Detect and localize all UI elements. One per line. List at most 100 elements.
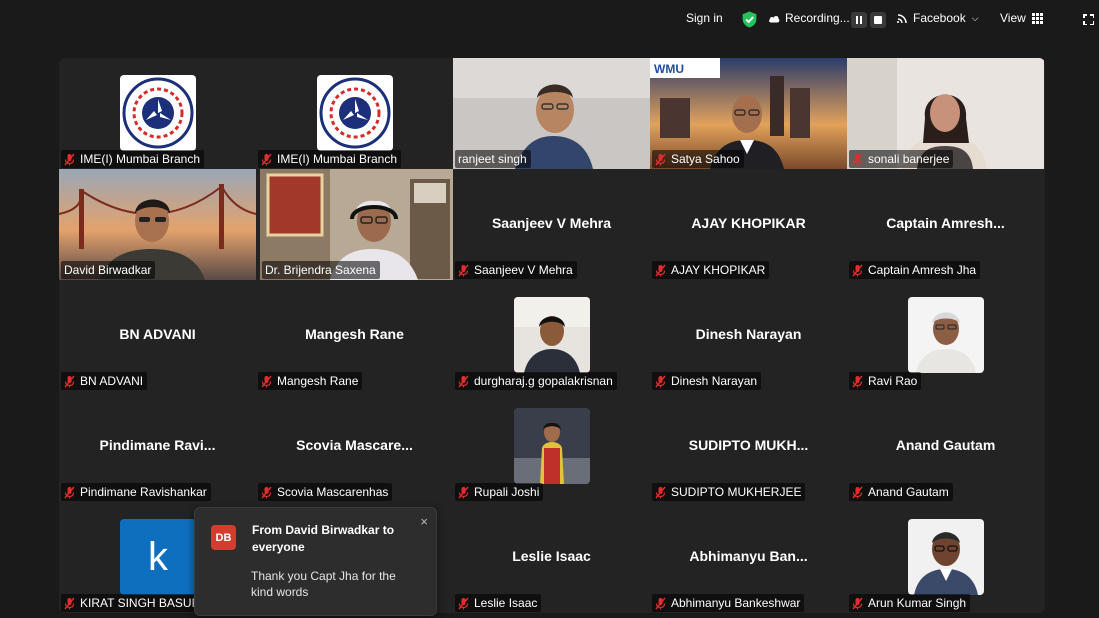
chevron-down-icon: ⌵: [971, 12, 979, 23]
participant-tile[interactable]: Pindimane Ravi... Pindimane Ravishankar: [59, 391, 256, 502]
participant-name-label: BN ADVANI: [61, 372, 148, 390]
participant-tile[interactable]: SUDIPTO MUKH... SUDIPTO MUKHERJEE: [650, 391, 847, 502]
recording-label: Recording...: [785, 11, 850, 25]
participant-name-label: Anand Gautam: [849, 483, 953, 501]
participant-name-label: Captain Amresh Jha: [849, 261, 981, 279]
participant-name-label: ranjeet singh: [455, 150, 531, 168]
close-icon[interactable]: ×: [420, 514, 428, 529]
participant-tile[interactable]: BN ADVANI BN ADVANI: [59, 280, 256, 391]
muted-mic-icon: [64, 486, 75, 498]
participant-display-name: Captain Amresh...: [886, 215, 1005, 231]
participant-name-label: Satya Sahoo: [652, 150, 744, 168]
participant-name: durgharaj.g gopalakrisnan: [474, 374, 613, 388]
ime-logo: [120, 75, 196, 151]
participant-tile[interactable]: David Birwadkar: [59, 169, 256, 280]
participant-name-label: Dinesh Narayan: [652, 372, 762, 390]
participant-tile[interactable]: Rupali Joshi: [453, 391, 650, 502]
profile-letter-avatar: k: [120, 519, 196, 595]
chat-message-text: Thank you Capt Jha for the kind words: [251, 569, 396, 599]
muted-mic-icon: [458, 597, 469, 609]
view-button[interactable]: View: [1000, 11, 1043, 25]
participant-tile[interactable]: Abhimanyu Ban... Abhimanyu Bankeshwar: [650, 502, 847, 613]
chat-notification-toast[interactable]: DB From David Birwadkar to everyone Than…: [194, 507, 437, 616]
participant-tile[interactable]: durgharaj.g gopalakrisnan: [453, 280, 650, 391]
muted-mic-icon: [852, 375, 863, 387]
participant-name-label: IME(I) Mumbai Branch: [258, 150, 402, 168]
participant-name-label: IME(I) Mumbai Branch: [61, 150, 205, 168]
participant-display-name: AJAY KHOPIKAR: [691, 215, 806, 231]
participant-name-label: AJAY KHOPIKAR: [652, 261, 770, 279]
participant-name-label: David Birwadkar: [61, 261, 156, 279]
profile-photo: [514, 408, 590, 484]
sign-in-link[interactable]: Sign in: [686, 11, 723, 25]
participant-name: Saanjeev V Mehra: [474, 263, 573, 277]
participant-name-label: Abhimanyu Bankeshwar: [652, 594, 805, 612]
participant-name-label: Scovia Mascarenhas: [258, 483, 393, 501]
participant-tile[interactable]: Saanjeev V Mehra Saanjeev V Mehra: [453, 169, 650, 280]
participant-name: David Birwadkar: [64, 263, 152, 277]
ime-logo: [317, 75, 393, 151]
participant-tile[interactable]: Arun Kumar Singh: [847, 502, 1044, 613]
stop-recording-button[interactable]: [870, 12, 886, 28]
participant-name: KIRAT SINGH BASUR: [80, 596, 201, 610]
participant-name: AJAY KHOPIKAR: [671, 263, 766, 277]
muted-mic-icon: [261, 375, 272, 387]
profile-photo: [908, 297, 984, 373]
participant-tile[interactable]: WMU Satya Sahoo: [650, 58, 847, 169]
participant-tile[interactable]: Ravi Rao: [847, 280, 1044, 391]
participant-name: Arun Kumar Singh: [868, 596, 967, 610]
participant-name-label: Leslie Isaac: [455, 594, 542, 612]
participant-tile[interactable]: Captain Amresh... Captain Amresh Jha: [847, 169, 1044, 280]
participant-tile[interactable]: Dr. Brijendra Saxena: [260, 169, 457, 280]
participant-tile[interactable]: Leslie Isaac Leslie Isaac: [453, 502, 650, 613]
participant-name-label: Dr. Brijendra Saxena: [262, 261, 380, 279]
muted-mic-icon: [852, 153, 863, 165]
participant-name: Scovia Mascarenhas: [277, 485, 389, 499]
muted-mic-icon: [852, 486, 863, 498]
participant-display-name: Mangesh Rane: [305, 326, 404, 342]
participant-tile[interactable]: IME(I) Mumbai Branch: [256, 58, 453, 169]
recording-indicator[interactable]: Recording...: [768, 11, 850, 25]
profile-photo: [908, 519, 984, 595]
muted-mic-icon: [458, 375, 469, 387]
participant-name: Pindimane Ravishankar: [80, 485, 207, 499]
participant-tile[interactable]: AJAY KHOPIKAR AJAY KHOPIKAR: [650, 169, 847, 280]
participant-name-label: durgharaj.g gopalakrisnan: [455, 372, 617, 390]
participant-tile[interactable]: sonali banerjee: [847, 58, 1044, 169]
participant-display-name: Anand Gautam: [895, 437, 996, 453]
participant-name: SUDIPTO MUKHERJEE: [671, 485, 802, 499]
participant-tile[interactable]: Dinesh Narayan Dinesh Narayan: [650, 280, 847, 391]
cloud-recording-icon: [769, 15, 780, 22]
profile-photo: [514, 297, 590, 373]
encryption-shield-icon[interactable]: [741, 11, 758, 28]
live-stream-dropdown[interactable]: Facebook ⌵: [897, 11, 979, 25]
participant-tile[interactable]: Mangesh Rane Mangesh Rane: [256, 280, 453, 391]
participant-tile-active-speaker[interactable]: ranjeet singh: [453, 58, 650, 169]
participant-name-label: Mangesh Rane: [258, 372, 363, 390]
participant-name: IME(I) Mumbai Branch: [80, 152, 201, 166]
participant-tile[interactable]: Anand Gautam Anand Gautam: [847, 391, 1044, 502]
participant-tile[interactable]: IME(I) Mumbai Branch: [59, 58, 256, 169]
participant-name: sonali banerjee: [868, 152, 950, 166]
participant-name: Captain Amresh Jha: [868, 263, 977, 277]
participant-name-label: sonali banerjee: [849, 150, 954, 168]
meeting-top-bar: Sign in Recording... Facebook ⌵ View: [0, 0, 1099, 40]
participant-name-label: KIRAT SINGH BASUR: [61, 594, 205, 612]
live-stream-icon: [897, 14, 907, 24]
muted-mic-icon: [655, 486, 666, 498]
participant-name: IME(I) Mumbai Branch: [277, 152, 398, 166]
participant-tile[interactable]: Scovia Mascare... Scovia Mascarenhas: [256, 391, 453, 502]
participant-name: Anand Gautam: [868, 485, 949, 499]
muted-mic-icon: [261, 486, 272, 498]
participant-name-label: Pindimane Ravishankar: [61, 483, 211, 501]
fullscreen-icon[interactable]: [1083, 14, 1094, 25]
participant-name: Leslie Isaac: [474, 596, 538, 610]
pause-recording-button[interactable]: [851, 12, 867, 28]
muted-mic-icon: [64, 375, 75, 387]
muted-mic-icon: [655, 153, 666, 165]
muted-mic-icon: [655, 375, 666, 387]
muted-mic-icon: [64, 153, 75, 165]
muted-mic-icon: [64, 597, 75, 609]
participant-name-label: SUDIPTO MUKHERJEE: [652, 483, 806, 501]
participant-name: BN ADVANI: [80, 374, 144, 388]
